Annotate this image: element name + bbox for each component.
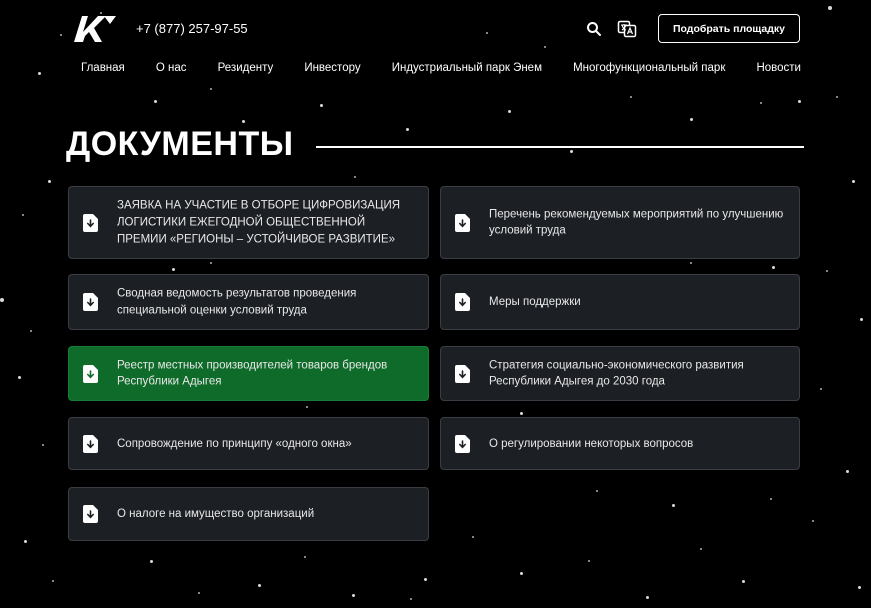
document-title: Сводная ведомость результатов проведения… <box>117 287 357 317</box>
nav-item-resident[interactable]: Резиденту <box>218 62 274 74</box>
nav-item-industrial-park[interactable]: Индустриальный парк Энем <box>392 62 542 74</box>
brand-logo[interactable] <box>74 16 116 42</box>
find-site-button[interactable]: Подобрать площадку <box>658 14 800 43</box>
document-download-icon <box>83 434 98 453</box>
document-item[interactable]: Стратегия социально-экономического разви… <box>440 346 800 401</box>
document-title: ЗАЯВКА НА УЧАСТИЕ В ОТБОРЕ ЦИФРОВИЗАЦИЯ … <box>117 199 401 245</box>
page: +7 (877) 257-97-55 Подобрать площадку Гл… <box>0 0 871 608</box>
document-title: Меры поддержки <box>489 295 581 308</box>
document-title: Сопровождение по принципу «одного окна» <box>117 437 352 450</box>
nav-item-about[interactable]: О нас <box>156 62 187 74</box>
document-item[interactable]: Сводная ведомость результатов проведения… <box>68 274 429 330</box>
document-item[interactable]: Сопровождение по принципу «одного окна» <box>68 417 429 470</box>
document-title: О налоге на имущество организаций <box>117 507 315 520</box>
translate-icon[interactable] <box>617 19 637 39</box>
document-item[interactable]: О регулировании некоторых вопросов <box>440 417 800 470</box>
document-item[interactable]: О налоге на имущество организаций <box>68 487 429 541</box>
page-title: ДОКУМЕНТЫ <box>66 125 294 163</box>
phone-number[interactable]: +7 (877) 257-97-55 <box>136 21 248 36</box>
document-item[interactable]: Перечень рекомендуемых мероприятий по ул… <box>440 186 800 259</box>
document-title: Реестр местных производителей товаров бр… <box>117 359 388 388</box>
document-download-icon <box>455 213 470 232</box>
document-title: О регулировании некоторых вопросов <box>489 437 694 450</box>
document-download-icon <box>83 364 98 383</box>
nav-item-multifunctional-park[interactable]: Многофункциональный парк <box>573 62 725 74</box>
document-title: Стратегия социально-экономического разви… <box>489 359 744 388</box>
search-icon[interactable] <box>585 20 603 38</box>
main-nav: Главная О нас Резиденту Инвестору Индуст… <box>81 62 801 74</box>
document-item-active[interactable]: Реестр местных производителей товаров бр… <box>68 346 429 401</box>
document-download-icon <box>455 293 470 311</box>
document-download-icon <box>83 293 98 311</box>
document-item[interactable]: ЗАЯВКА НА УЧАСТИЕ В ОТБОРЕ ЦИФРОВИЗАЦИЯ … <box>68 186 429 259</box>
document-download-icon <box>455 364 470 383</box>
document-item[interactable]: Меры поддержки <box>440 274 800 330</box>
title-divider <box>316 146 804 148</box>
document-download-icon <box>455 434 470 453</box>
document-title: Перечень рекомендуемых мероприятий по ул… <box>489 208 784 237</box>
nav-item-investor[interactable]: Инвестору <box>304 62 360 74</box>
nav-item-home[interactable]: Главная <box>81 62 125 74</box>
nav-item-news[interactable]: Новости <box>756 62 801 74</box>
document-download-icon <box>83 505 98 523</box>
document-download-icon <box>83 213 98 232</box>
